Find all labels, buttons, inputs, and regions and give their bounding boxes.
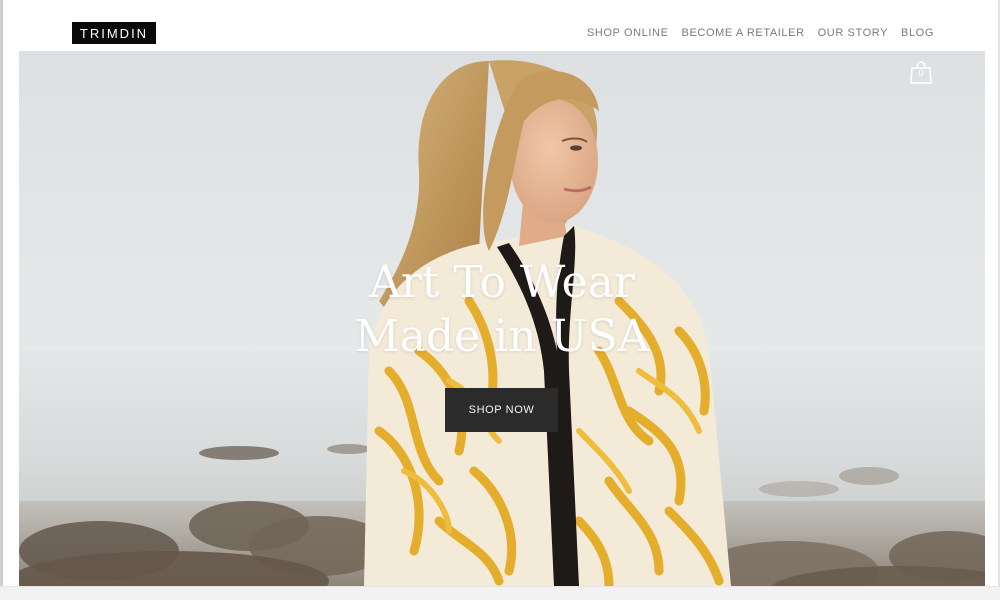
nav-blog[interactable]: BLOG — [901, 27, 934, 39]
cart-count: 0 — [918, 68, 924, 78]
nav-our-story[interactable]: OUR STORY — [818, 27, 888, 39]
shop-now-button[interactable]: SHOP NOW — [445, 388, 558, 432]
nav-become-a-retailer[interactable]: BECOME A RETAILER — [682, 27, 805, 39]
hero-banner: 0 Art To Wear Made in USA SHOP NOW — [19, 51, 985, 586]
cart-button[interactable]: 0 — [909, 58, 933, 84]
horizontal-scrollbar[interactable] — [0, 586, 1000, 600]
main-nav: SHOP ONLINE BECOME A RETAILER OUR STORY … — [587, 27, 934, 39]
hero-headline-line1: Art To Wear — [369, 257, 635, 308]
brand-logo[interactable]: TRIMDIN — [72, 22, 156, 44]
window-left-edge — [0, 0, 3, 599]
nav-shop-online[interactable]: SHOP ONLINE — [587, 27, 669, 39]
brand-logo-text: TRIMDIN — [79, 25, 149, 41]
hero-headline: Art To Wear Made in USA — [19, 256, 985, 364]
hero-headline-line2: Made in USA — [354, 311, 650, 362]
